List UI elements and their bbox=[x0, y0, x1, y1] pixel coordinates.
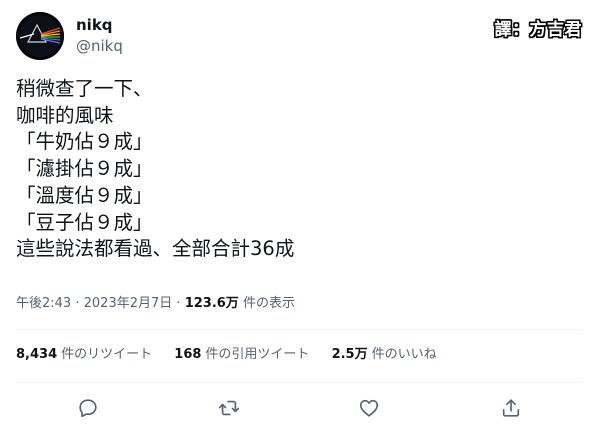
tweet-time[interactable]: 午後2:43 bbox=[16, 296, 71, 311]
retweets-stat[interactable]: 8,434 件のリツイート bbox=[16, 346, 152, 364]
tweet-line: 「豆子佔９成」 bbox=[16, 210, 153, 234]
like-button[interactable] bbox=[358, 397, 380, 419]
quotes-label: 件の引用ツイート bbox=[205, 347, 310, 362]
meta-separator: · bbox=[176, 296, 181, 311]
tweet-line: 咖啡的風味 bbox=[16, 103, 114, 127]
tweet-date[interactable]: 2023年2月7日 bbox=[84, 296, 173, 311]
tweet-line: 稍微查了一下、 bbox=[16, 77, 153, 100]
avatar[interactable] bbox=[16, 12, 64, 60]
author-display-name[interactable]: nikq bbox=[76, 15, 113, 35]
divider bbox=[16, 329, 582, 330]
meta-separator: · bbox=[75, 296, 80, 311]
tweet-line: 「濾掛佔９成」 bbox=[16, 157, 153, 181]
tweet-line: 這些說法都看過、全部合計36成 bbox=[16, 237, 295, 261]
views-label: 件の表示 bbox=[242, 296, 295, 311]
retweet-button[interactable] bbox=[218, 397, 240, 419]
tweet-text: 稍微查了一下、 咖啡的風味 「牛奶佔９成」 「濾掛佔９成」 「溫度佔９成」 「豆… bbox=[16, 76, 576, 263]
translator-watermark: 譯：方吉君 bbox=[494, 20, 582, 40]
retweets-count: 8,434 bbox=[16, 347, 58, 362]
share-button[interactable] bbox=[500, 397, 522, 419]
share-icon bbox=[502, 399, 520, 417]
tweet-line: 「牛奶佔９成」 bbox=[16, 130, 153, 154]
likes-label: 件のいいね bbox=[371, 347, 437, 362]
likes-count: 2.5万 bbox=[331, 347, 368, 362]
likes-stat[interactable]: 2.5万 件のいいね bbox=[332, 346, 437, 364]
heart-icon bbox=[359, 399, 379, 417]
tweet-line: 「溫度佔９成」 bbox=[16, 183, 153, 207]
retweets-label: 件のリツイート bbox=[61, 347, 153, 362]
quotes-count: 168 bbox=[174, 347, 202, 362]
reply-icon bbox=[79, 399, 97, 418]
reply-button[interactable] bbox=[77, 397, 99, 419]
divider bbox=[16, 382, 582, 383]
author-handle[interactable]: @nikq bbox=[76, 36, 123, 56]
quotes-stat[interactable]: 168 件の引用ツイート bbox=[174, 346, 309, 364]
tweet-stats: 8,434 件のリツイート 168 件の引用ツイート 2.5万 件のいいね bbox=[16, 346, 455, 364]
views-count: 123.6万 bbox=[184, 296, 239, 311]
retweet-icon bbox=[218, 400, 240, 416]
tweet-meta: 午後2:43 · 2023年2月7日 · 123.6万 件の表示 bbox=[16, 295, 295, 313]
prism-avatar-icon bbox=[16, 12, 64, 60]
